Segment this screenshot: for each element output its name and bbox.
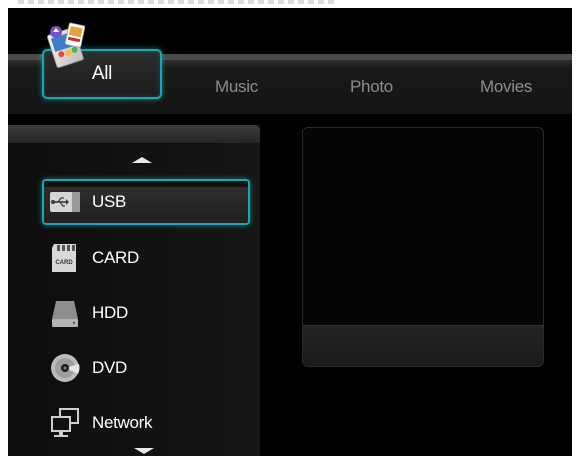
source-item-card[interactable]: CARD CARD — [42, 235, 250, 281]
usb-icon — [50, 192, 80, 212]
card-icon-text: CARD — [55, 260, 73, 266]
source-item-label: Network — [92, 413, 153, 432]
network-icon — [51, 408, 79, 437]
tab-movies[interactable]: Movies — [480, 77, 532, 97]
scroll-up-arrow-icon[interactable] — [132, 157, 152, 163]
source-item-usb[interactable]: USB — [42, 179, 250, 225]
source-item-label: HDD — [92, 303, 128, 322]
top-strip — [0, 0, 576, 8]
media-browser-screen: All Music Photo Movies USB CARD CARD HDD… — [8, 8, 572, 456]
source-item-label: DVD — [92, 358, 127, 377]
source-item-label: CARD — [92, 248, 139, 267]
source-item-label: USB — [92, 192, 127, 211]
top-dashes — [18, 0, 338, 4]
tab-music[interactable]: Music — [215, 77, 258, 97]
dvd-icon — [51, 354, 80, 382]
media-app-icon — [46, 22, 86, 68]
tab-photo[interactable]: Photo — [350, 77, 393, 97]
sd-card-icon: CARD — [52, 244, 76, 272]
preview-pane — [302, 127, 544, 367]
scroll-down-arrow-icon[interactable] — [134, 448, 154, 454]
preview-info-bar — [303, 325, 543, 366]
hdd-icon — [52, 301, 78, 327]
source-item-network[interactable]: Network — [42, 400, 250, 446]
source-item-hdd[interactable]: HDD — [42, 290, 250, 336]
source-list-header — [8, 125, 260, 143]
source-item-dvd[interactable]: DVD — [42, 345, 250, 391]
